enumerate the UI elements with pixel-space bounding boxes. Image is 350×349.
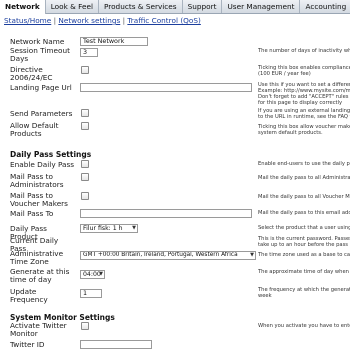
link-network-settings[interactable]: Network settings — [58, 16, 120, 25]
daily-pass-product-value: Filur fisk: 1 h — [83, 225, 123, 232]
mail-pass-admins-label: Mail Pass to Administrators — [10, 172, 64, 189]
chevron-down-icon: ▼ — [99, 271, 103, 277]
twitter-monitor-checkbox[interactable] — [81, 322, 89, 330]
twitter-id-input[interactable] — [80, 340, 152, 349]
update-frequency-input[interactable]: 1 — [80, 289, 102, 298]
directive-checkbox[interactable] — [81, 66, 89, 74]
link-status-home[interactable]: Status/Home — [4, 16, 51, 25]
daily-pass-product-help: Select the product that a user using a d… — [258, 225, 350, 231]
current-daily-pass-help-2: take up to an hour before the pass is ge — [258, 242, 350, 248]
landing-page-label: Landing Page Url — [10, 83, 72, 92]
timezone-value: GMT +00:00 Britain, Ireland, Portugal, W… — [83, 252, 238, 258]
mail-pass-voucher-label: Mail Pass to Voucher Makers — [10, 191, 68, 208]
mail-pass-admins-checkbox[interactable] — [81, 173, 89, 181]
allow-default-products-help-2: system default products. — [258, 130, 323, 136]
tab-products-services[interactable]: Products & Services — [98, 0, 183, 13]
directive-label: Directive 2006/24/EC — [10, 65, 53, 82]
enable-daily-pass-checkbox[interactable] — [81, 160, 89, 168]
session-timeout-help: The number of days of inactivity when a — [258, 48, 350, 54]
mail-pass-to-label: Mail Pass To — [10, 209, 54, 218]
tab-look-and-feel[interactable]: Look & Feel — [45, 0, 99, 13]
tab-user-management[interactable]: User Management — [222, 0, 301, 13]
network-name-label: Network Name — [10, 37, 65, 46]
link-traffic-control[interactable]: Traffic Control (QoS) — [127, 16, 200, 25]
twitter-monitor-label: Activate Twitter Monitor — [10, 321, 67, 338]
generate-at-select[interactable]: 04:00 ▼ — [80, 270, 105, 279]
session-timeout-input[interactable]: 3 — [80, 48, 98, 57]
send-parameters-checkbox[interactable] — [81, 109, 89, 117]
mail-pass-to-input[interactable] — [80, 209, 252, 218]
timezone-help: The time zone used as a base to calcula — [258, 252, 350, 258]
update-frequency-label: Update Frequency — [10, 287, 48, 304]
generate-at-label: Generate at this time of day — [10, 267, 70, 284]
chevron-down-icon: ▼ — [132, 225, 136, 231]
tab-support[interactable]: Support — [182, 0, 223, 13]
daily-pass-section-title: Daily Pass Settings — [10, 150, 92, 159]
allow-default-products-checkbox[interactable] — [81, 122, 89, 130]
mail-pass-admins-help: Mail the daily pass to all Administrator… — [258, 175, 350, 181]
tab-network[interactable]: Network — [0, 0, 46, 14]
twitter-monitor-help: When you activate you have to enter th — [258, 323, 350, 329]
twitter-id-label: Twitter ID — [10, 340, 45, 349]
generate-at-help: The approximate time of day when the — [258, 269, 350, 275]
mail-pass-voucher-help: Mail the daily pass to all Voucher Maker — [258, 194, 350, 200]
directive-help-2: (100 EUR / year fee) — [258, 71, 311, 77]
session-timeout-label: Session Timeout Days — [10, 46, 70, 63]
settings-form: Network Name Test Network Session Timeou… — [0, 28, 350, 349]
send-parameters-label: Send Parameters — [10, 109, 73, 118]
landing-page-input[interactable] — [80, 83, 252, 92]
network-name-input[interactable]: Test Network — [80, 37, 148, 46]
send-parameters-help-2: to the URL in runtime, see the FAQ for d… — [258, 114, 350, 120]
chevron-down-icon: ▼ — [250, 252, 254, 258]
update-frequency-help-2: week — [258, 293, 272, 299]
landing-page-help-4: for this page to display correctly — [258, 100, 343, 106]
daily-pass-product-select[interactable]: Filur fisk: 1 h ▼ — [80, 224, 138, 233]
timezone-select[interactable]: GMT +00:00 Britain, Ireland, Portugal, W… — [80, 251, 256, 260]
mail-pass-to-help: Mail the daily pass to this email addres… — [258, 210, 350, 216]
mail-pass-voucher-checkbox[interactable] — [81, 192, 89, 200]
enable-daily-pass-help: Enable end-users to use the daily pass t — [258, 161, 350, 167]
tab-accounting[interactable]: Accounting — [300, 0, 350, 13]
allow-default-products-label: Allow Default Products — [10, 121, 59, 138]
main-tab-bar: Network Look & Feel Products & Services … — [0, 0, 350, 14]
enable-daily-pass-label: Enable Daily Pass — [10, 160, 75, 169]
sub-navigation: Status/Home | Network settings | Traffic… — [4, 16, 201, 25]
timezone-label: Administrative Time Zone — [10, 249, 64, 266]
